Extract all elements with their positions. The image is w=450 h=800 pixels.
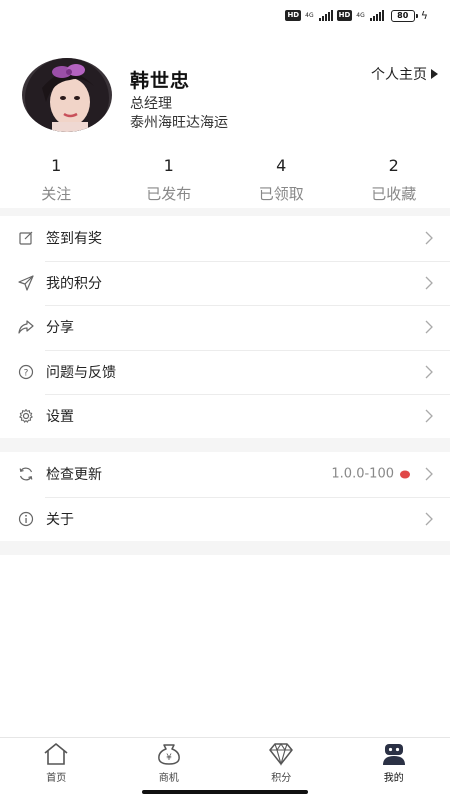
menu-item-label: 检查更新	[46, 467, 102, 484]
stat-label: 已收藏	[371, 185, 417, 203]
refresh-icon	[18, 466, 34, 482]
avatar[interactable]	[22, 58, 112, 132]
tab-label: 我的	[383, 773, 404, 784]
stat-claimed[interactable]: 4 已领取	[225, 156, 338, 206]
tab-label: 商机	[158, 773, 179, 784]
tab-home[interactable]: 首页	[0, 738, 113, 787]
version-info: 1.0.0-100	[331, 467, 410, 482]
tab-business[interactable]: ¥ 商机	[113, 738, 226, 787]
update-badge	[400, 470, 410, 479]
stat-value: 2	[388, 156, 399, 175]
hd-badge: HD	[285, 10, 302, 21]
share-icon	[18, 319, 34, 335]
chevron-right-icon	[425, 365, 433, 379]
hd-badge-2: HD	[336, 10, 353, 21]
avatar-image	[22, 58, 112, 132]
battery-icon: 80	[390, 9, 418, 22]
send-icon	[18, 275, 34, 291]
stat-published[interactable]: 1 已发布	[113, 156, 226, 206]
help-circle-icon: ?	[18, 364, 34, 380]
caret-right-icon	[431, 69, 438, 79]
user-company: 泰州海旺达海运	[130, 115, 228, 131]
personal-homepage-label: 个人主页	[371, 67, 427, 83]
menu-item-label: 分享	[46, 320, 74, 337]
yen-bag-icon: ¥	[155, 742, 183, 766]
chevron-right-icon	[425, 320, 433, 334]
menu-item-about[interactable]: 关于	[0, 496, 450, 542]
tab-points[interactable]: 积分	[225, 738, 338, 787]
menu-item-check-update[interactable]: 检查更新 1.0.0-100	[0, 452, 450, 497]
edit-icon	[18, 230, 34, 246]
menu-item-settings[interactable]: 设置	[0, 394, 450, 439]
stats-bar: 1 关注 1 已发布 4 已领取 2 已收藏	[0, 156, 450, 206]
stat-value: 1	[51, 156, 62, 175]
stat-value: 4	[276, 156, 287, 175]
menu-group-app: 检查更新 1.0.0-100 关于	[0, 452, 450, 541]
status-icons: HD 4G HD 4G 80 ϟ	[285, 9, 428, 22]
svg-text:¥: ¥	[166, 753, 172, 763]
home-indicator	[142, 790, 308, 794]
stat-label: 已领取	[258, 185, 304, 203]
menu-item-label: 问题与反馈	[46, 364, 116, 381]
signal-icon-2	[369, 10, 384, 21]
svg-text:?: ?	[24, 368, 29, 378]
info-icon	[18, 511, 34, 527]
personal-homepage-link[interactable]: 个人主页	[371, 64, 438, 84]
chevron-right-icon	[425, 276, 433, 290]
diamond-icon	[267, 742, 295, 766]
chevron-right-icon	[425, 409, 433, 423]
bottom-tab-bar: 首页 ¥ 商机 积分 我的	[0, 737, 450, 787]
section-divider	[0, 541, 450, 555]
home-icon	[42, 742, 70, 766]
chevron-right-icon	[425, 467, 433, 481]
network-label-2: 4G	[356, 11, 365, 19]
menu-group-main: 签到有奖 我的积分 分享 ? 问题与反馈 设置	[0, 216, 450, 439]
menu-item-label: 关于	[46, 511, 74, 528]
chevron-right-icon	[425, 231, 433, 245]
signal-icon	[318, 10, 333, 21]
battery-level: 80	[397, 10, 409, 20]
profile-header: 韩世忠 总经理 泰州海旺达海运 个人主页	[0, 56, 450, 136]
tab-label: 积分	[271, 773, 292, 784]
stat-following[interactable]: 1 关注	[0, 156, 113, 206]
stat-favorited[interactable]: 2 已收藏	[338, 156, 450, 206]
menu-item-checkin[interactable]: 签到有奖	[0, 216, 450, 261]
network-label: 4G	[305, 11, 314, 19]
stat-label: 已发布	[146, 185, 192, 203]
network-type-2: 4G	[356, 11, 365, 19]
user-role: 总经理	[130, 96, 172, 112]
tab-mine[interactable]: 我的	[338, 738, 450, 787]
menu-item-feedback[interactable]: ? 问题与反馈	[0, 349, 450, 395]
charging-icon: ϟ	[420, 9, 428, 22]
menu-item-label: 设置	[46, 409, 74, 426]
chevron-right-icon	[425, 512, 433, 526]
menu-item-my-points[interactable]: 我的积分	[0, 260, 450, 306]
menu-item-label: 签到有奖	[46, 231, 102, 248]
network-type: 4G	[305, 11, 314, 19]
user-icon	[380, 742, 408, 766]
user-name: 韩世忠	[130, 70, 191, 92]
section-divider	[0, 438, 450, 452]
stat-value: 1	[163, 156, 174, 175]
menu-item-share[interactable]: 分享	[0, 305, 450, 350]
status-bar: HD 4G HD 4G 80 ϟ	[0, 0, 450, 34]
section-divider	[0, 208, 450, 216]
gear-icon	[18, 408, 34, 424]
version-text: 1.0.0-100	[331, 466, 394, 482]
menu-item-label: 我的积分	[46, 275, 102, 292]
stat-label: 关注	[41, 185, 72, 203]
tab-label: 首页	[46, 773, 67, 784]
